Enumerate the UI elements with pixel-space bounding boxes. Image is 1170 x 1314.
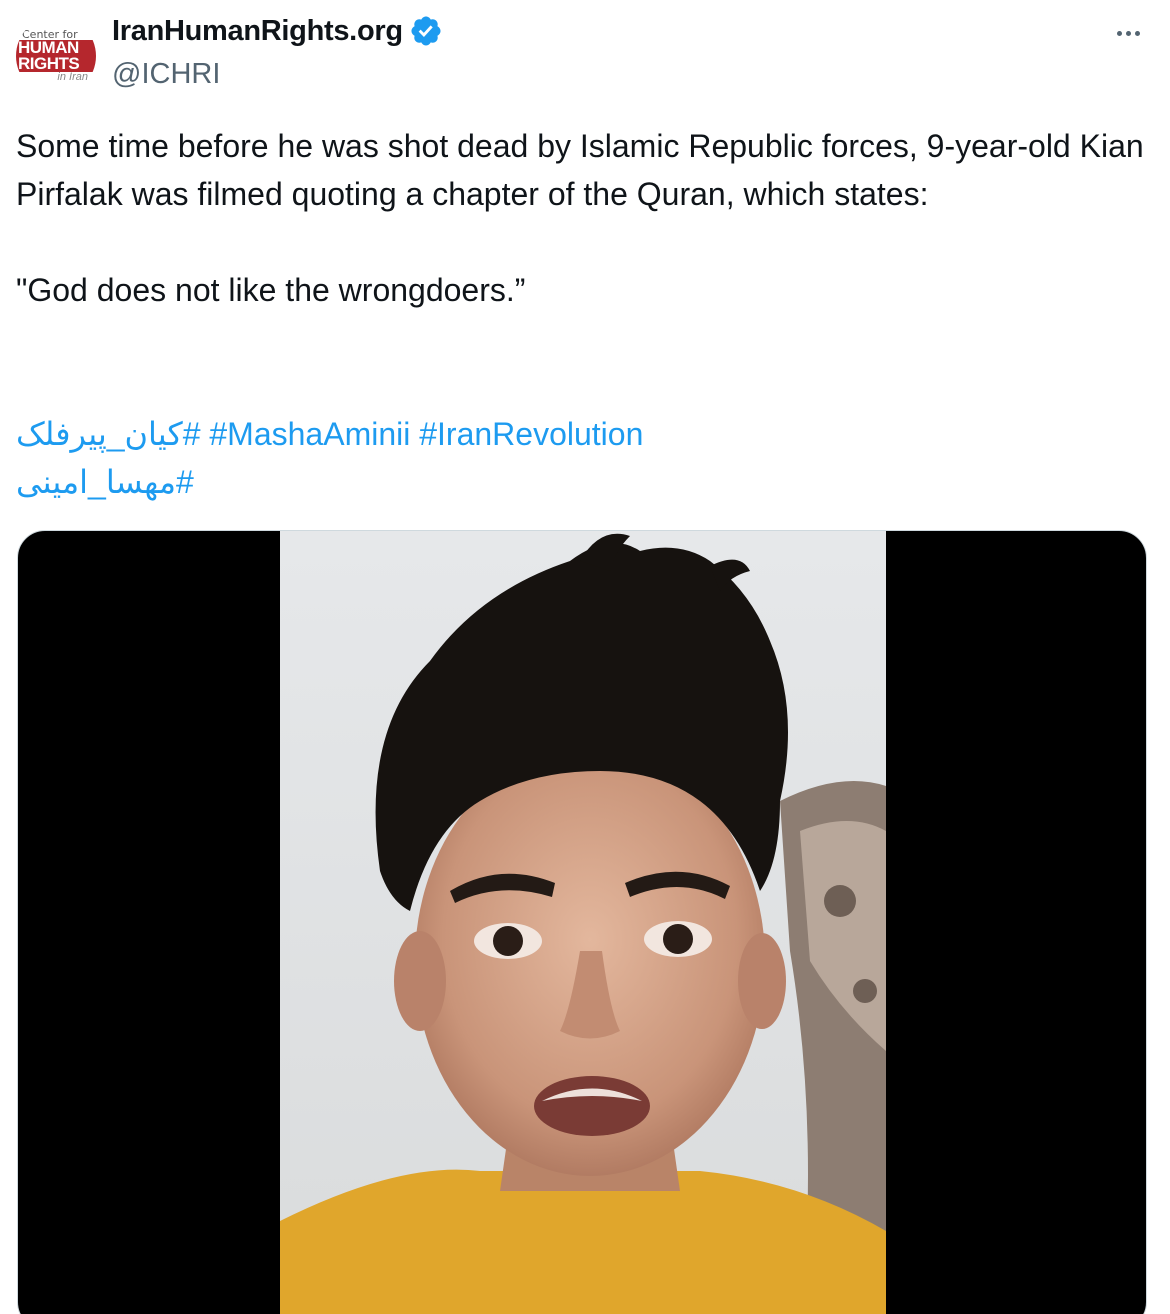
verified-badge-icon [409, 14, 443, 48]
video-player[interactable] [17, 530, 1147, 1314]
tweet-text: Some time before he was shot dead by Isl… [16, 128, 1144, 308]
hashtag-line-2: #مهسا_امینی [16, 458, 643, 506]
avatar-logo-line2: HUMAN RIGHTS [16, 39, 96, 72]
handle[interactable]: @ICHRI [112, 58, 220, 91]
hashtag-line-1: #کیان_پیرفلک #MashaAminii #IranRevolutio… [16, 410, 643, 458]
video-still-image [280, 531, 886, 1314]
display-name[interactable]: IranHumanRights.org [112, 15, 403, 48]
hashtag-kian-pirfalak[interactable]: #کیان_پیرفلک [16, 410, 200, 458]
more-options-icon[interactable] [1108, 18, 1148, 48]
avatar-logo-line3: in Iran [57, 71, 88, 83]
hashtag-mashaaminii[interactable]: #MashaAminii [209, 416, 410, 452]
author-name-row: IranHumanRights.org [112, 14, 443, 48]
hashtags: #کیان_پیرفلک #MashaAminii #IranRevolutio… [16, 410, 643, 506]
hashtag-iranrevolution[interactable]: #IranRevolution [419, 416, 643, 452]
tweet: Center for HUMAN RIGHTS in Iran IranHuma… [0, 0, 1170, 1314]
hashtag-mahsa-amini[interactable]: #مهسا_امینی [16, 458, 194, 506]
avatar[interactable]: Center for HUMAN RIGHTS in Iran [16, 16, 96, 96]
video-frame [280, 531, 886, 1314]
